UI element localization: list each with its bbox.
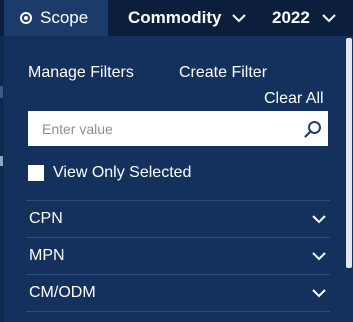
- view-only-selected-label: View Only Selected: [53, 164, 192, 181]
- panel-scrollbar[interactable]: [345, 36, 353, 322]
- commodity-label: Commodity: [128, 8, 222, 27]
- year-dropdown[interactable]: 2022: [272, 0, 336, 36]
- section-label: CM/ODM: [29, 284, 96, 301]
- section-mpn[interactable]: MPN: [26, 237, 330, 274]
- section-cpn[interactable]: CPN: [26, 200, 330, 237]
- filter-sections: CPN MPN CM/ODM: [26, 200, 330, 321]
- search-input[interactable]: [28, 111, 298, 146]
- create-filter-link[interactable]: Create Filter: [179, 64, 267, 82]
- search-box: [28, 111, 328, 146]
- section-label: MPN: [29, 247, 65, 264]
- chevron-down-icon: [312, 215, 326, 224]
- manage-filters-link[interactable]: Manage Filters: [28, 64, 134, 82]
- filter-panel: Manage Filters Create Filter Clear All V…: [4, 36, 345, 322]
- filter-screen: Scope Commodity 2022 Manage Filters Crea…: [0, 0, 353, 322]
- radio-target-icon: [20, 12, 32, 24]
- clear-all-link[interactable]: Clear All: [264, 90, 324, 108]
- section-label: CPN: [29, 210, 63, 227]
- scope-label: Scope: [40, 8, 89, 27]
- scope-tab[interactable]: Scope: [4, 0, 108, 36]
- chevron-down-icon: [312, 289, 326, 298]
- chevron-down-icon: [322, 14, 336, 23]
- year-label: 2022: [272, 8, 310, 27]
- chevron-down-icon: [312, 252, 326, 261]
- commodity-dropdown[interactable]: Commodity: [128, 0, 246, 36]
- section-next-partial[interactable]: [26, 311, 330, 321]
- scrollbar-thumb[interactable]: [346, 38, 352, 268]
- background-edge-mark: [0, 86, 3, 98]
- chevron-down-icon: [231, 14, 246, 23]
- view-only-selected-checkbox[interactable]: [28, 165, 44, 181]
- top-bar: Scope Commodity 2022: [0, 0, 353, 36]
- search-icon[interactable]: [304, 120, 322, 138]
- view-only-selected-toggle[interactable]: View Only Selected: [28, 164, 191, 182]
- section-cm-odm[interactable]: CM/ODM: [26, 274, 330, 311]
- background-edge-mark: [0, 156, 3, 166]
